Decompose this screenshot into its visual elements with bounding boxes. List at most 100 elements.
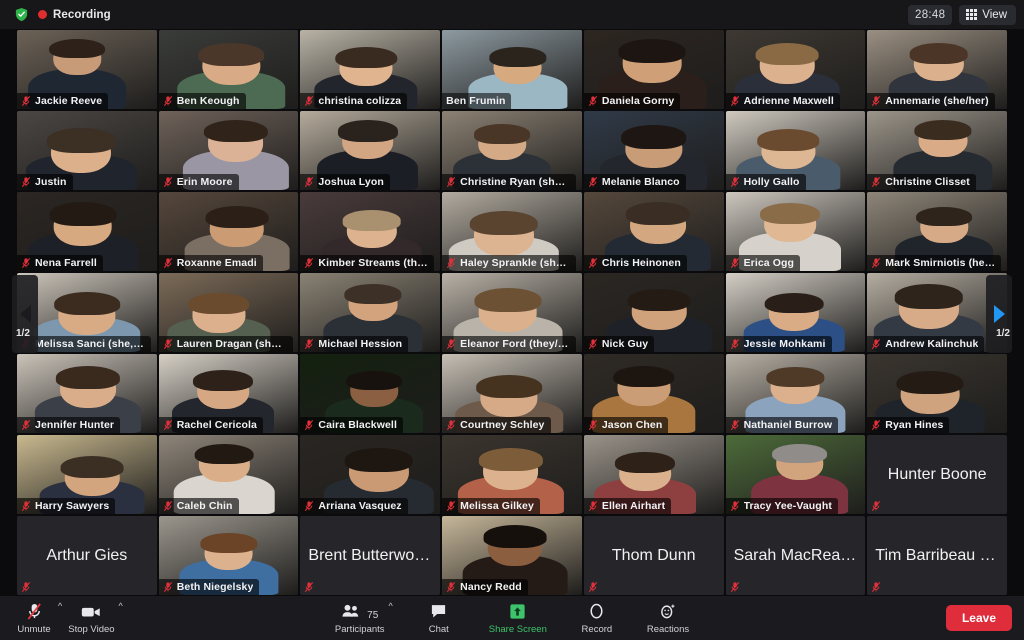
participant-tile[interactable]: Arriana Vasquez: [300, 435, 441, 514]
muted-microphone-icon: [26, 602, 43, 621]
muted-microphone-icon: [305, 419, 314, 431]
participant-tile[interactable]: Tracy Yee-Vaught: [725, 435, 866, 514]
participant-tile[interactable]: Erin Moore: [158, 111, 299, 190]
chat-button[interactable]: Chat: [415, 599, 463, 637]
participant-tile[interactable]: Jessie Mohkami: [725, 273, 866, 352]
participant-tile[interactable]: Nathaniel Burrow: [725, 354, 866, 433]
participant-tile[interactable]: Beth Niegelsky: [158, 516, 299, 595]
stop-video-button[interactable]: Stop Video: [64, 599, 118, 637]
participant-nameplate: Michael Hession: [300, 336, 409, 352]
video-options-caret-icon[interactable]: ^: [119, 601, 123, 611]
participant-name: Melissa Gilkey: [460, 500, 534, 512]
toolbar-center-group: 75 Participants ^ Chat Share Screen Reco…: [0, 599, 1024, 637]
participant-nameplate: Erin Moore: [158, 174, 239, 190]
muted-microphone-icon: [872, 419, 881, 431]
participant-nameplate: Justin: [17, 174, 73, 190]
participant-tile[interactable]: Justin: [17, 111, 157, 190]
participant-name: Jackie Reeve: [35, 95, 103, 107]
share-screen-label: Share Screen: [488, 624, 547, 635]
muted-microphone-icon: [588, 500, 597, 512]
participant-tile[interactable]: Arthur Gies: [17, 516, 157, 595]
recording-indicator[interactable]: Recording: [38, 9, 111, 21]
participant-tile[interactable]: Ben Keough: [158, 30, 299, 109]
participant-tile[interactable]: Annemarie (she/her): [867, 30, 1007, 109]
participant-nameplate: Adrienne Maxwell: [725, 93, 840, 109]
participant-tile[interactable]: Christine Ryan (she, ...: [442, 111, 582, 190]
view-button[interactable]: View: [959, 4, 1016, 25]
participant-nameplate: Andrew Kalinchuk: [867, 336, 985, 352]
participant-tile[interactable]: Lauren Dragan (she/...: [158, 273, 299, 352]
unmute-button[interactable]: Unmute: [10, 599, 58, 637]
next-page-button[interactable]: [986, 275, 1012, 353]
participant-nameplate: Christine Ryan (she, ...: [442, 174, 577, 190]
top-bar-right-group: 28:48 View: [908, 4, 1016, 25]
participant-tile[interactable]: Haley Sprankle (she/...: [442, 192, 582, 271]
participant-tile[interactable]: Chris Heinonen: [583, 192, 724, 271]
participant-nameplate: Kimber Streams (the...: [300, 255, 435, 271]
participant-tile[interactable]: Ryan Hines: [867, 354, 1007, 433]
muted-microphone-icon: [588, 419, 597, 431]
reactions-button[interactable]: Reactions: [643, 599, 693, 637]
participant-nameplate: Daniela Gorny: [583, 93, 681, 109]
participant-tile[interactable]: Jennifer Hunter: [17, 354, 157, 433]
share-screen-button[interactable]: Share Screen: [485, 599, 551, 637]
chevron-left-icon: [19, 305, 31, 323]
participant-tile[interactable]: Courtney Schley: [442, 354, 582, 433]
muted-microphone-icon: [730, 338, 739, 350]
participant-tile[interactable]: Melanie Blanco: [583, 111, 724, 190]
participant-tile[interactable]: Eleanor Ford (they/t...: [442, 273, 582, 352]
participant-tile[interactable]: Joshua Lyon: [300, 111, 441, 190]
participants-options-caret-icon[interactable]: ^: [389, 601, 393, 611]
participant-tile[interactable]: Ben Frumin: [442, 30, 582, 109]
participant-name: Erin Moore: [176, 176, 233, 188]
participant-tile[interactable]: Thom Dunn: [583, 516, 724, 595]
participant-tile[interactable]: christina colizza: [300, 30, 441, 109]
participant-tile[interactable]: Christine Clisset: [867, 111, 1007, 190]
unmute-options-caret-icon[interactable]: ^: [58, 601, 62, 611]
muted-microphone-icon: [163, 581, 172, 593]
view-button-label: View: [982, 8, 1007, 21]
muted-microphone-icon: [163, 419, 172, 431]
participant-tile[interactable]: Caleb Chin: [158, 435, 299, 514]
participant-tile[interactable]: Mark Smirniotis (he/...: [867, 192, 1007, 271]
participant-name-large: Tim Barribeau (he...: [875, 546, 1007, 564]
participant-tile[interactable]: Hunter Boone: [867, 435, 1007, 514]
participant-nameplate: Erica Ogg: [725, 255, 801, 271]
participant-tile[interactable]: Roxanne Emadi: [158, 192, 299, 271]
unmute-label: Unmute: [17, 624, 51, 635]
participant-name: Daniela Gorny: [601, 95, 675, 107]
participant-tile[interactable]: Jason Chen: [583, 354, 724, 433]
participant-tile[interactable]: Erica Ogg: [725, 192, 866, 271]
participant-tile[interactable]: Harry Sawyers: [17, 435, 157, 514]
muted-microphone-icon: [730, 419, 739, 431]
participant-tile[interactable]: Tim Barribeau (he...: [867, 516, 1007, 595]
participant-tile[interactable]: Caira Blackwell: [300, 354, 441, 433]
muted-microphone-icon: [730, 581, 739, 593]
participant-nameplate: Nena Farrell: [17, 255, 103, 271]
participant-tile[interactable]: Ellen Airhart: [583, 435, 724, 514]
participant-tile[interactable]: Rachel Cericola: [158, 354, 299, 433]
participant-tile[interactable]: Nancy Redd: [442, 516, 582, 595]
previous-page-button[interactable]: [12, 275, 38, 353]
participant-tile[interactable]: Nick Guy: [583, 273, 724, 352]
participant-tile[interactable]: Daniela Gorny: [583, 30, 724, 109]
participant-tile[interactable]: Brent Butterworth: [300, 516, 441, 595]
leave-button[interactable]: Leave: [945, 605, 1012, 631]
participant-tile[interactable]: Melissa Gilkey: [442, 435, 582, 514]
participant-tile[interactable]: Nena Farrell: [17, 192, 157, 271]
muted-microphone-icon: [872, 338, 881, 350]
participant-tile[interactable]: Jackie Reeve: [17, 30, 157, 109]
participant-name: Joshua Lyon: [318, 176, 384, 188]
record-button[interactable]: Record: [573, 599, 621, 637]
participant-tile[interactable]: Michael Hession: [300, 273, 441, 352]
encryption-shield-icon[interactable]: [14, 7, 29, 22]
page-indicator-right: 1/2: [996, 328, 1010, 339]
participant-tile[interactable]: Sarah MacReading: [725, 516, 866, 595]
participants-button[interactable]: 75 Participants: [331, 599, 389, 637]
meeting-timer: 28:48: [908, 4, 953, 25]
participant-tile[interactable]: Kimber Streams (the...: [300, 192, 441, 271]
participant-tile[interactable]: Adrienne Maxwell: [725, 30, 866, 109]
participant-tile[interactable]: Holly Gallo: [725, 111, 866, 190]
participant-nameplate: Jennifer Hunter: [17, 417, 121, 433]
reactions-smiley-icon: [659, 602, 677, 621]
